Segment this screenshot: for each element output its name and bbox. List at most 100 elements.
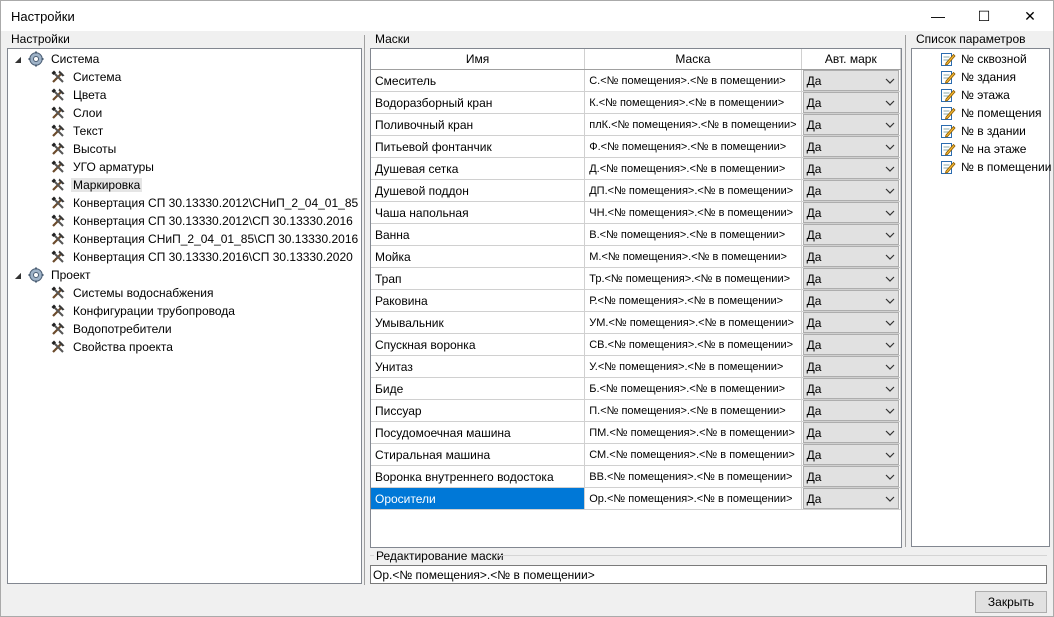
auto-mark-dropdown[interactable]: Да (802, 136, 899, 157)
tree-item[interactable]: Текст (50, 122, 105, 140)
close-window-button[interactable]: ✕ (1007, 1, 1053, 31)
chevron-down-icon[interactable] (882, 342, 898, 348)
auto-mark-cell[interactable]: Да (801, 443, 902, 466)
chevron-down-icon[interactable] (882, 144, 898, 150)
column-header-name[interactable]: Имя (371, 49, 586, 70)
tree-item[interactable]: УГО арматуры (50, 158, 156, 176)
mask-row[interactable]: Раковина Р.<№ помещения>.<№ в помещении> Д… (371, 289, 902, 312)
mask-value-cell[interactable]: П.<№ помещения>.<№ в помещении> (584, 399, 802, 422)
mask-value-cell[interactable]: Ф.<№ помещения>.<№ в помещении> (584, 135, 802, 158)
mask-name-cell[interactable]: Ванна (371, 223, 586, 246)
chevron-down-icon[interactable] (882, 474, 898, 480)
auto-mark-dropdown[interactable]: Да (802, 334, 899, 355)
auto-mark-dropdown[interactable]: Да (802, 202, 899, 223)
mask-value-cell[interactable]: М.<№ помещения>.<№ в помещении> (584, 245, 802, 268)
tree-item[interactable]: ◢ Система (12, 50, 101, 68)
tree-item[interactable]: Маркировка (50, 176, 143, 194)
mask-row[interactable]: Стиральная машина СМ.<№ помещения>.<№ в п… (371, 443, 902, 466)
auto-mark-cell[interactable]: Да (801, 245, 902, 268)
mask-value-cell[interactable]: У.<№ помещения>.<№ в помещении> (584, 355, 802, 378)
param-item[interactable]: № в здании (940, 122, 1026, 140)
mask-name-cell[interactable]: Писсуар (371, 399, 586, 422)
auto-mark-dropdown[interactable]: Да (802, 224, 899, 245)
chevron-down-icon[interactable] (882, 166, 898, 172)
mask-value-cell[interactable]: К.<№ помещения>.<№ в помещении> (584, 91, 802, 114)
chevron-down-icon[interactable] (882, 430, 898, 436)
mask-name-cell[interactable]: Чаша напольная (371, 201, 586, 224)
auto-mark-cell[interactable]: Да (801, 69, 902, 92)
chevron-down-icon[interactable] (882, 452, 898, 458)
mask-row[interactable]: Умывальник УМ.<№ помещения>.<№ в помещени… (371, 311, 902, 334)
mask-name-cell[interactable]: Раковина (371, 289, 586, 312)
mask-name-cell[interactable]: Спускная воронка (371, 333, 586, 356)
mask-name-cell[interactable]: Поливочный кран (371, 113, 586, 136)
mask-name-cell[interactable]: Оросители (371, 487, 586, 510)
auto-mark-dropdown[interactable]: Да (802, 378, 899, 399)
mask-row[interactable]: Оросители Ор.<№ помещения>.<№ в помещении… (371, 487, 902, 510)
chevron-down-icon[interactable] (882, 386, 898, 392)
tree-item[interactable]: ◢ Проект (12, 266, 93, 284)
auto-mark-dropdown[interactable]: Да (802, 268, 899, 289)
auto-mark-cell[interactable]: Да (801, 333, 902, 356)
mask-row[interactable]: Поливочный кран плК.<№ помещения>.<№ в по… (371, 113, 902, 136)
mask-row[interactable]: Унитаз У.<№ помещения>.<№ в помещении> Да (371, 355, 902, 378)
chevron-down-icon[interactable] (882, 188, 898, 194)
tree-item[interactable]: Свойства проекта (50, 338, 175, 356)
mask-name-cell[interactable]: Воронка внутреннего водостока (371, 465, 586, 488)
tree-item[interactable]: Водопотребители (50, 320, 174, 338)
mask-row[interactable]: Трап Тр.<№ помещения>.<№ в помещении> Да (371, 267, 902, 290)
auto-mark-dropdown[interactable]: Да (802, 180, 899, 201)
auto-mark-cell[interactable]: Да (801, 201, 902, 224)
mask-row[interactable]: Питьевой фонтанчик Ф.<№ помещения>.<№ в п… (371, 135, 902, 158)
mask-value-cell[interactable]: Б.<№ помещения>.<№ в помещении> (584, 377, 802, 400)
chevron-down-icon[interactable] (882, 232, 898, 238)
settings-tree[interactable]: ◢ Система Система Цвета Слои Текст Высоты УГО а… (7, 48, 362, 584)
edit-mask-input[interactable]: Ор.<№ помещения>.<№ в помещении> (370, 565, 1047, 584)
tree-item[interactable]: Конвертация СНиП_2_04_01_85\СП 30.13330.… (50, 230, 360, 248)
mask-name-cell[interactable]: Унитаз (371, 355, 586, 378)
auto-mark-dropdown[interactable]: Да (802, 466, 899, 487)
chevron-down-icon[interactable] (882, 364, 898, 370)
auto-mark-dropdown[interactable]: Да (802, 488, 899, 509)
tree-item[interactable]: Конвертация СП 30.13330.2012\СП 30.13330… (50, 212, 355, 230)
mask-name-cell[interactable]: Трап (371, 267, 586, 290)
mask-name-cell[interactable]: Посудомоечная машина (371, 421, 586, 444)
mask-name-cell[interactable]: Душевой поддон (371, 179, 586, 202)
mask-name-cell[interactable]: Водоразборный кран (371, 91, 586, 114)
mask-row[interactable]: Водоразборный кран К.<№ помещения>.<№ в п… (371, 91, 902, 114)
mask-name-cell[interactable]: Мойка (371, 245, 586, 268)
mask-value-cell[interactable]: СМ.<№ помещения>.<№ в помещении> (584, 443, 802, 466)
auto-mark-dropdown[interactable]: Да (802, 356, 899, 377)
param-item[interactable]: № здания (940, 68, 1016, 86)
mask-value-cell[interactable]: ВВ.<№ помещения>.<№ в помещении> (584, 465, 802, 488)
auto-mark-dropdown[interactable]: Да (802, 290, 899, 311)
auto-mark-cell[interactable]: Да (801, 135, 902, 158)
tree-item[interactable]: Слои (50, 104, 104, 122)
tree-item[interactable]: Конвертация СП 30.13330.2012\СНиП_2_04_0… (50, 194, 360, 212)
chevron-down-icon[interactable] (882, 496, 898, 502)
mask-name-cell[interactable]: Стиральная машина (371, 443, 586, 466)
chevron-down-icon[interactable] (882, 100, 898, 106)
auto-mark-cell[interactable]: Да (801, 377, 902, 400)
mask-row[interactable]: Ванна В.<№ помещения>.<№ в помещении> Да (371, 223, 902, 246)
minimize-button[interactable]: — (915, 1, 961, 31)
chevron-down-icon[interactable] (882, 78, 898, 84)
auto-mark-cell[interactable]: Да (801, 179, 902, 202)
mask-value-cell[interactable]: УМ.<№ помещения>.<№ в помещении> (584, 311, 802, 334)
mask-row[interactable]: Воронка внутреннего водостока ВВ.<№ помещ… (371, 465, 902, 488)
mask-row[interactable]: Писсуар П.<№ помещения>.<№ в помещении> Да (371, 399, 902, 422)
mask-value-cell[interactable]: СВ.<№ помещения>.<№ в помещении> (584, 333, 802, 356)
column-header-auto[interactable]: Авт. марк (801, 49, 902, 70)
mask-row[interactable]: Биде Б.<№ помещения>.<№ в помещении> Да (371, 377, 902, 400)
tree-item[interactable]: Системы водоснабжения (50, 284, 216, 302)
auto-mark-cell[interactable]: Да (801, 267, 902, 290)
mask-value-cell[interactable]: ЧН.<№ помещения>.<№ в помещении> (584, 201, 802, 224)
splitter-left[interactable] (364, 35, 365, 585)
mask-row[interactable]: Мойка М.<№ помещения>.<№ в помещении> Да (371, 245, 902, 268)
param-item[interactable]: № на этаже (940, 140, 1026, 158)
mask-row[interactable]: Душевой поддон ДП.<№ помещения>.<№ в поме… (371, 179, 902, 202)
tree-item[interactable]: Высоты (50, 140, 118, 158)
chevron-down-icon[interactable] (882, 320, 898, 326)
mask-row[interactable]: Чаша напольная ЧН.<№ помещения>.<№ в поме… (371, 201, 902, 224)
mask-value-cell[interactable]: ПМ.<№ помещения>.<№ в помещении> (584, 421, 802, 444)
